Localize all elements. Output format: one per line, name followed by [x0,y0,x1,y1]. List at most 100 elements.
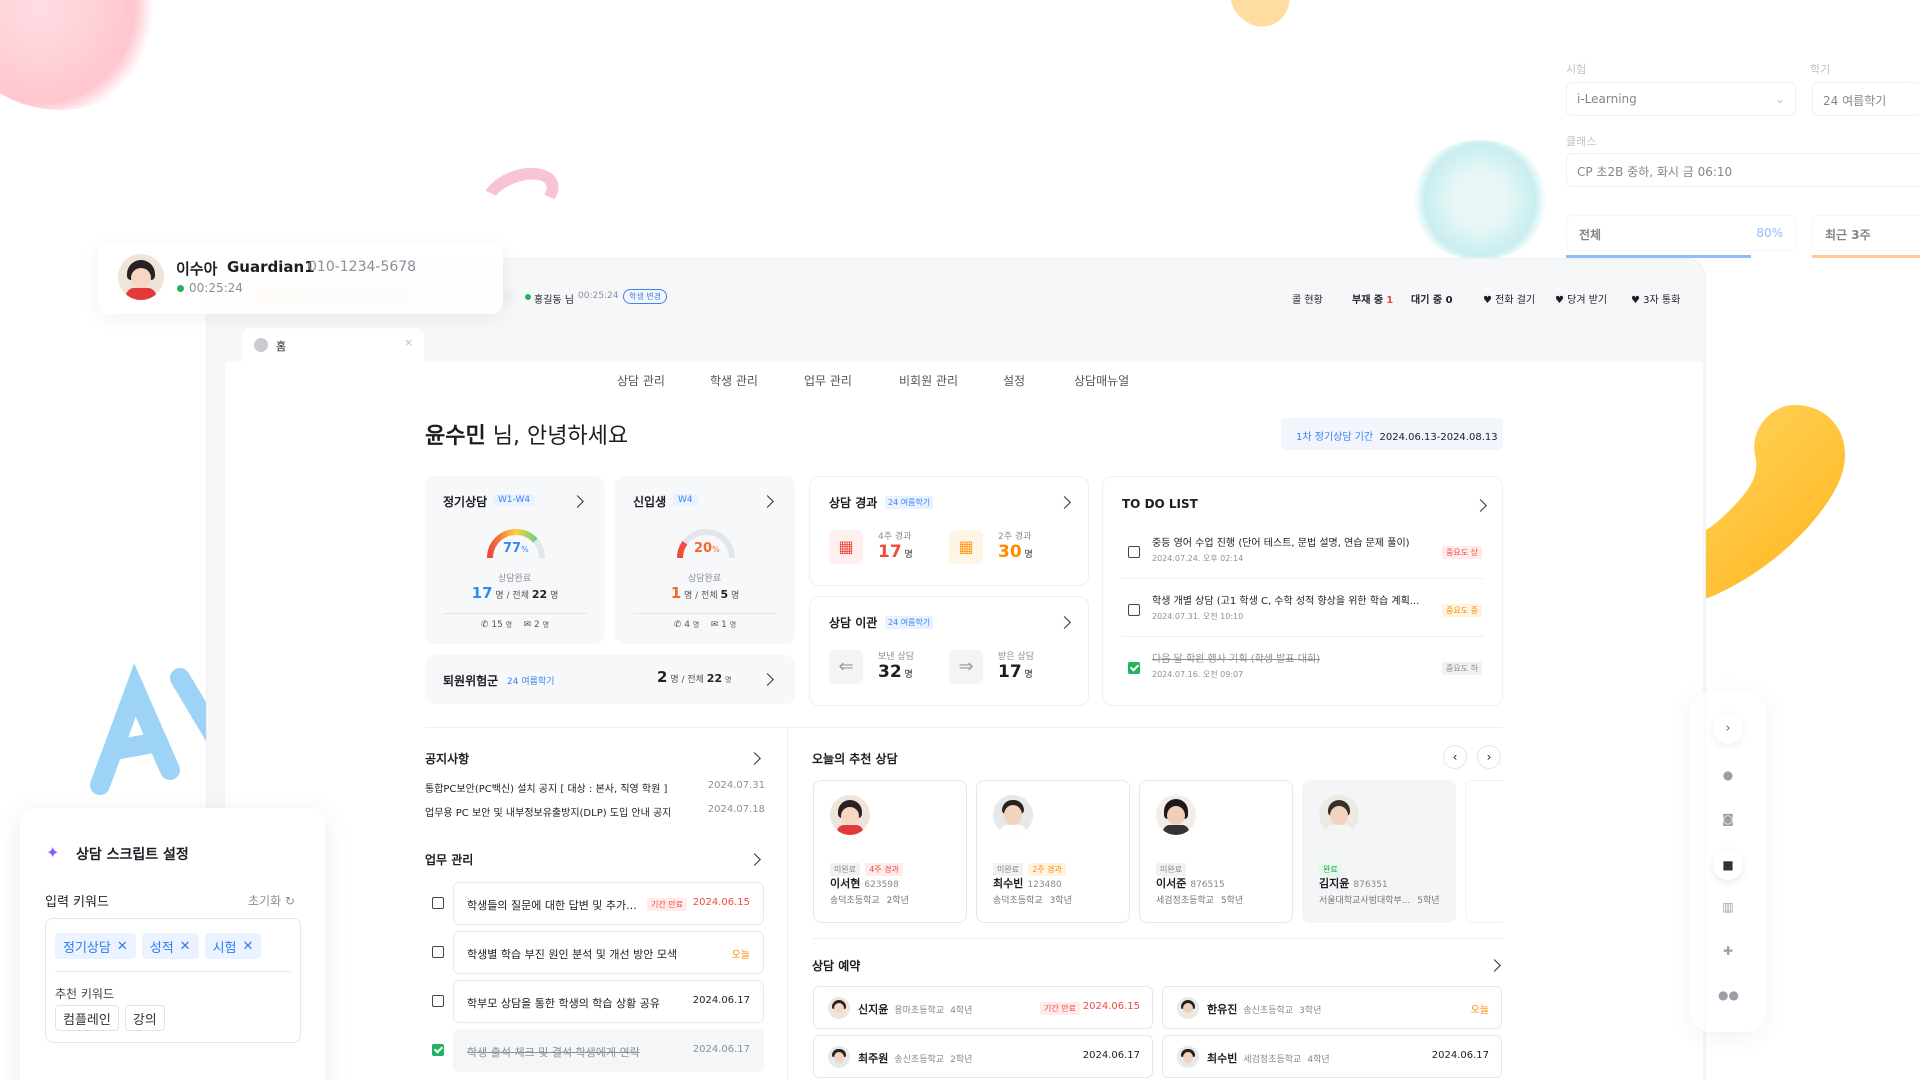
filter-tab-all[interactable]: 전체 80% [1566,215,1796,251]
expand-button[interactable]: › [1713,714,1743,744]
regular-percent-unit: % [521,545,529,554]
reservation-divider [812,938,1503,939]
work-item[interactable]: 학생들의 질문에 대한 답변 및 추가... 기간 만료 2024.06.15 [453,882,764,925]
work-item[interactable]: 학부모 상담을 통한 학생의 학습 상황 공유 2024.06.17 [453,980,764,1023]
reservation-item[interactable]: 한유진 송신초등학교 3학년 오늘 [1162,986,1502,1029]
dial-label: 전화 걸기 [1495,295,1536,306]
work-item[interactable]: 학생별 학습 부진 원인 분석 및 개선 방안 모색 오늘 [453,931,764,974]
recommend-card[interactable]: 미완료 4주 경과 이서현 623598 송덕초등학교 2학년 [813,780,967,923]
todo-item[interactable]: 중등 영어 수업 진행 (단어 테스트, 문법 설명, 연습 문제 풀이) 20… [1122,529,1484,579]
keyword-label: 입력 키워드 [45,895,109,910]
newcomer-contacts: ✆ 4 명 ✉ 1 명 [615,620,795,630]
school-grade: 5학년 [1417,896,1440,906]
reservation-item[interactable]: 최수빈 세검정초등학교 4학년 2024.06.17 [1162,1035,1502,1078]
keyword-box[interactable]: 정기상담 ✕ 성적 ✕ 시험 ✕ 추천 키워드 컴플레인 강의 [45,918,301,1043]
missed-calls[interactable]: 부재 중 1 [1352,291,1393,306]
todo-checkbox[interactable] [1128,546,1140,558]
regular-counsel-card[interactable]: 정기상담 W1-W4 77% 상담완료 17 명 / 전체 22 명 ✆ 15 … [425,476,605,644]
recommended-chip[interactable]: 강의 [124,1005,165,1031]
recommend-card[interactable]: 미완료 이서준 876515 세검정초등학교 5학년 [1139,780,1293,923]
regular-msg-unit: 명 [542,621,550,629]
class-select[interactable]: CP 초2B 중하, 화시 금 06:10 [1566,153,1920,187]
phone-icon: ✆ [480,620,489,630]
todo-item[interactable]: 다음 달 학원 행사 기획 (학생 발표 대회) 2024.07.16. 오전 … [1122,645,1484,695]
book-icon[interactable]: ▥ [1718,900,1738,920]
close-icon[interactable]: ✕ [117,939,128,954]
student-name: 이서현 623598 [830,875,899,891]
filter-label-exam: 시험 [1566,63,1587,76]
work-item[interactable]: 학생 출석 체크 및 결석 학생에게 연락 2024.06.17 [453,1029,764,1072]
reservation-name-value: 신지윤 [858,1003,889,1016]
transfer-card[interactable]: 상담 이관 24 여름학기 ⇐ 보낸 상담 32 명 ⇒ 받은 상담 17 명 [809,596,1089,706]
work-checkbox[interactable] [432,946,444,958]
keyword-chip[interactable]: 시험 ✕ [204,933,262,959]
elapsed-card[interactable]: 상담 경과 24 여름학기 ▦ 4주 경과 17 명 ▦ 2주 경과 30 명 [809,476,1089,586]
waiting-calls[interactable]: 대기 중 0 [1411,291,1453,306]
todo-checkbox[interactable] [1128,604,1140,616]
withdraw-count: 2 명 / 전체 22 명 [657,668,731,686]
work-checkbox[interactable] [432,897,444,909]
reservation-school: 송신초등학교 [1243,1006,1294,1016]
notice-item[interactable]: 통합PC보안(PC백신) 설치 공지 [ 대상 : 본사, 직영 학원 ] 20… [425,780,765,795]
close-icon[interactable]: ✕ [243,939,254,954]
term-select[interactable]: 24 여름학기 [1812,82,1920,116]
avatar-shirt [1163,825,1189,835]
prev-button[interactable]: ‹ [1443,745,1467,769]
keyword-chip[interactable]: 성적 ✕ [141,933,199,959]
reservation-item[interactable]: 최주원 송신초등학교 2학년 2024.06.17 [813,1035,1153,1078]
work-checkbox[interactable] [432,995,444,1007]
recommended-chip[interactable]: 컴플레인 [55,1005,119,1031]
todo-item[interactable]: 학생 개별 상담 (고1 학생 C, 수학 성적 향상을 위한 학습 계획...… [1122,587,1484,637]
regular-msgs: 2 [534,620,540,630]
group-icon[interactable]: ●● [1718,988,1739,1008]
nav-manual[interactable]: 상담매뉴얼 [1074,372,1129,389]
reset-button[interactable]: 초기화 ↻ [248,892,295,909]
chevron-right-icon[interactable] [1058,616,1071,629]
pin-icon[interactable]: ✚ [1718,944,1738,964]
nav-counsel[interactable]: 상담 관리 [617,372,665,389]
keyword-chip[interactable]: 정기상담 ✕ [55,933,136,959]
nav-student[interactable]: 학생 관리 [710,372,758,389]
nav-nonmember[interactable]: 비회원 관리 [899,372,958,389]
transfer-a: 32 명 [878,662,913,682]
nav-settings[interactable]: 설정 [1003,372,1025,389]
exam-select[interactable]: i-Learning ⌄ [1566,82,1796,116]
chevron-right-icon[interactable] [571,495,584,508]
folder-icon[interactable]: ■ [1713,850,1743,880]
student-id: 123480 [1027,880,1062,890]
notice-item[interactable]: 업무용 PC 보안 및 내부정보유출방지(DLP) 도입 안내 공지 2024.… [425,804,765,819]
close-icon[interactable]: ✕ [180,939,191,954]
newcomer-card[interactable]: 신입생 W4 20% 상담완료 1 명 / 전체 5 명 ✆ 4 명 ✉ 1 명 [615,476,795,644]
nav-work[interactable]: 업무 관리 [804,372,852,389]
tab-home[interactable]: 홈 × [242,328,424,362]
user-icon[interactable]: ● [1718,768,1738,788]
reservation-name-value: 최주원 [858,1052,889,1065]
work-checkbox-checked[interactable] [432,1044,444,1056]
chevron-right-icon[interactable] [761,673,774,686]
agent-name: 홍길동 님 [534,295,574,306]
close-icon[interactable]: × [404,336,413,349]
filter-tab-recent[interactable]: 최근 3주 [1812,215,1920,251]
conference-button[interactable]: ♥ 3자 통화 [1631,291,1680,306]
elapsed-a: 17 명 [878,542,913,562]
notice-text: 통합PC보안(PC백신) 설치 공지 [ 대상 : 본사, 직영 학원 ] [425,784,668,795]
todo-card: TO DO LIST 중등 영어 수업 진행 (단어 테스트, 문법 설명, 연… [1102,476,1503,706]
chevron-right-icon[interactable] [1474,499,1487,512]
priority-badge: 중요도 중 [1442,604,1482,617]
next-button[interactable]: › [1477,745,1501,769]
student-id: 623598 [864,880,899,890]
change-student-chip[interactable]: 학생 변경 [623,289,667,304]
reservation-item[interactable]: 신지윤 용마초등학교 4학년 기간 만료 2024.06.15 [813,986,1153,1029]
reservation-name: 최수빈 세검정초등학교 4학년 [1207,1050,1330,1066]
regular-total-unit: 명 [550,591,559,601]
pickup-button[interactable]: ♥ 당겨 받기 [1555,291,1607,306]
todo-checkbox-checked[interactable] [1128,662,1140,674]
chevron-right-icon[interactable] [1058,496,1071,509]
camera-icon[interactable]: ◙ [1718,812,1738,832]
recommend-card[interactable]: 미완료 2주 경과 최수빈 123480 송덕초등학교 3학년 [976,780,1130,923]
recommend-card[interactable]: 완료 김지윤 876351 서울대학교사범대학부... 5학년 [1302,780,1456,923]
withdraw-risk-card[interactable]: 퇴원위험군 24 여름학기 2 명 / 전체 22 명 [425,655,795,704]
chevron-right-icon[interactable] [761,495,774,508]
dial-button[interactable]: ♥ 전화 걸기 [1483,291,1535,306]
call-status-link[interactable]: 콜 현황 [1292,291,1323,306]
